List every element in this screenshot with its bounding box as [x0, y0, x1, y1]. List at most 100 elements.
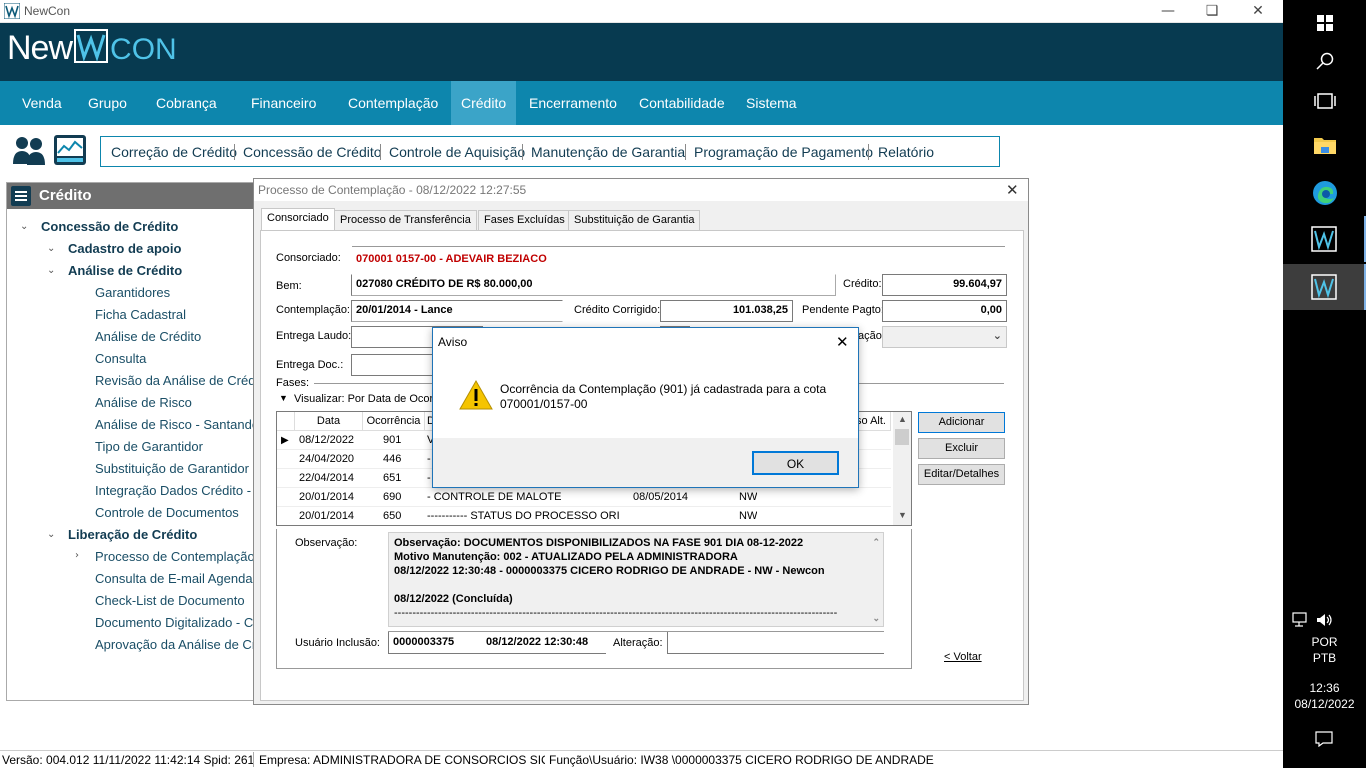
newcon-taskbar-button[interactable]	[1283, 216, 1366, 262]
scroll-up-icon[interactable]: ⌃	[872, 535, 880, 549]
tab-processo-transferencia[interactable]: Processo de Transferência	[334, 210, 477, 230]
tree-concessao-credito[interactable]: Concessão de Crédito	[41, 219, 178, 234]
menu-contemplacao[interactable]: Contemplação	[338, 81, 448, 125]
menu-credito[interactable]: Crédito	[451, 81, 517, 125]
menu-cobranca[interactable]: Cobrança	[146, 81, 227, 125]
toolbar-separator	[685, 144, 686, 160]
editar-detalhes-button[interactable]: Editar/Detalhes	[918, 464, 1005, 485]
toolbar-concessao-credito[interactable]: Concessão de Crédito	[243, 144, 382, 160]
newcon-app-icon	[1310, 226, 1337, 252]
windows-logo-icon	[1316, 15, 1333, 31]
tree-processo-contemplacao[interactable]: Processo de Contemplação	[95, 549, 253, 564]
tree-cadastro-apoio[interactable]: Cadastro de apoio	[68, 241, 181, 256]
menu-contabilidade[interactable]: Contabilidade	[629, 81, 735, 125]
tab-fases-excluidas[interactable]: Fases Excluídas	[478, 210, 571, 230]
voltar-link[interactable]: < Voltar	[944, 651, 982, 663]
users-icon[interactable]	[12, 134, 46, 166]
visualizar-label[interactable]: Visualizar: Por Data de Ocorr	[294, 393, 437, 405]
file-explorer-button[interactable]	[1283, 122, 1366, 168]
toolbar-separator	[380, 144, 381, 160]
minimize-button[interactable]: —	[1145, 0, 1191, 23]
scroll-up-icon[interactable]: ▲	[898, 414, 907, 424]
table-row[interactable]: 20/01/2014 690 - CONTROLE DE MALOTE 08/0…	[277, 488, 891, 507]
chevron-down-icon[interactable]: ⌄	[47, 529, 55, 540]
menu-financeiro[interactable]: Financeiro	[241, 81, 326, 125]
menu-sistema[interactable]: Sistema	[736, 81, 807, 125]
edge-button[interactable]	[1283, 170, 1366, 216]
table-row[interactable]: 20/01/2014 650 ----------- STATUS DO PRO…	[277, 507, 891, 525]
aviso-close-button[interactable]: ✕	[836, 333, 849, 351]
adicionar-button[interactable]: Adicionar	[918, 412, 1005, 433]
cell-usuario: NW	[739, 510, 758, 522]
task-view-icon	[1313, 93, 1336, 109]
tree-revisao-analise[interactable]: Revisão da Análise de Crédit	[95, 373, 253, 388]
observacao-text[interactable]: Observação: DOCUMENTOS DISPONIBILIZADOS …	[388, 532, 884, 627]
network-icon[interactable]	[1292, 612, 1310, 628]
tree-checklist-documento[interactable]: Check-List de Documento	[95, 593, 253, 608]
row-pointer-icon: ▶	[281, 435, 289, 446]
tab-consorciado[interactable]: Consorciado	[261, 208, 335, 231]
usuario-inclusao-id: 0000003375	[393, 636, 455, 648]
tree-liberacao-credito[interactable]: Liberação de Crédito	[68, 527, 197, 542]
tree-aprovacao-analise[interactable]: Aprovação da Análise de Créd	[95, 637, 253, 652]
scroll-down-icon[interactable]: ▼	[898, 510, 907, 520]
toolbar-controle-aquisicao[interactable]: Controle de Aquisição	[389, 144, 525, 160]
toolbar-separator	[868, 144, 869, 160]
toolbar-relatorio[interactable]: Relatório	[878, 144, 934, 160]
scroll-down-icon[interactable]: ⌄	[872, 611, 880, 625]
clock[interactable]: 12:36 08/12/2022	[1283, 680, 1366, 712]
chevron-down-icon[interactable]: ⌄	[20, 221, 28, 232]
situacao-select[interactable]: ⌄	[882, 326, 1007, 348]
grid-header-data[interactable]: Data	[295, 412, 363, 431]
chevron-down-icon[interactable]: ⌄	[47, 265, 55, 276]
tree-documento-digitalizado[interactable]: Documento Digitalizado - Con	[95, 615, 253, 630]
tree-analise-credito-group[interactable]: Análise de Crédito	[68, 263, 182, 278]
credito-field: 99.604,97	[882, 274, 1007, 296]
dialog-close-button[interactable]: ✕	[1006, 181, 1019, 199]
chart-icon[interactable]	[53, 134, 87, 166]
chevron-down-icon[interactable]: ⌄	[47, 243, 55, 254]
alteracao-label: Alteração:	[613, 637, 663, 649]
grid-header-ocorrencia[interactable]: Ocorrência	[363, 412, 425, 431]
tree-garantidores[interactable]: Garantidores	[95, 285, 253, 300]
menu-list-icon[interactable]	[11, 186, 31, 206]
grid-scrollbar[interactable]: ▲ ▼	[893, 412, 911, 525]
tree-integracao-dados[interactable]: Integração Dados Crédito - In	[95, 483, 253, 498]
toolbar-separator	[522, 144, 523, 160]
folder-icon	[1313, 138, 1336, 154]
toolbar-correcao-credito[interactable]: Correção de Crédito	[111, 144, 237, 160]
menu-grupo[interactable]: Grupo	[78, 81, 137, 125]
aviso-body	[433, 356, 858, 438]
volume-icon[interactable]	[1315, 612, 1333, 628]
tree-consulta[interactable]: Consulta	[95, 351, 253, 366]
language-indicator[interactable]: POR PTB	[1283, 634, 1366, 666]
chevron-right-icon[interactable]: ›	[75, 550, 79, 561]
toolbar-manutencao-garantia[interactable]: Manutenção de Garantia	[531, 144, 685, 160]
menu-venda[interactable]: Venda	[12, 81, 72, 125]
tree-tipo-garantidor[interactable]: Tipo de Garantidor	[95, 439, 253, 454]
excluir-button[interactable]: Excluir	[918, 438, 1005, 459]
cell-descricao: ----------- STATUS DO PROCESSO ORIG	[427, 510, 619, 522]
notifications-icon[interactable]	[1315, 731, 1333, 747]
close-window-button[interactable]: ✕	[1235, 0, 1281, 23]
observacao-line: Observação: DOCUMENTOS DISPONIBILIZADOS …	[394, 537, 804, 549]
tree-analise-credito[interactable]: Análise de Crédito	[95, 329, 253, 344]
scroll-thumb[interactable]	[895, 429, 909, 445]
tree-ficha-cadastral[interactable]: Ficha Cadastral	[95, 307, 253, 322]
collapse-triangle-icon[interactable]: ▼	[279, 393, 288, 403]
tree-controle-documentos[interactable]: Controle de Documentos	[95, 505, 253, 520]
tab-substituicao-garantia[interactable]: Substituição de Garantia	[568, 210, 701, 230]
restore-button[interactable]: ❏	[1189, 0, 1235, 23]
tree-consulta-email[interactable]: Consulta de E-mail Agendado	[95, 571, 253, 586]
situacao-label: ação:	[858, 330, 885, 342]
tree-analise-risco[interactable]: Análise de Risco	[95, 395, 253, 410]
ok-button[interactable]: OK	[752, 451, 839, 475]
menu-encerramento[interactable]: Encerramento	[519, 81, 627, 125]
newcon-taskbar-button-active[interactable]	[1283, 264, 1366, 310]
toolbar-programacao-pagamento[interactable]: Programação de Pagamento	[694, 144, 873, 160]
usuario-inclusao-label: Usuário Inclusão:	[295, 637, 380, 649]
task-view-button[interactable]	[1283, 78, 1366, 124]
tree-substituicao-garantidor[interactable]: Substituição de Garantidor	[95, 461, 253, 476]
cell-ocorrencia: 690	[383, 491, 402, 503]
tree-analise-risco-santander[interactable]: Análise de Risco - Santander	[95, 417, 253, 432]
